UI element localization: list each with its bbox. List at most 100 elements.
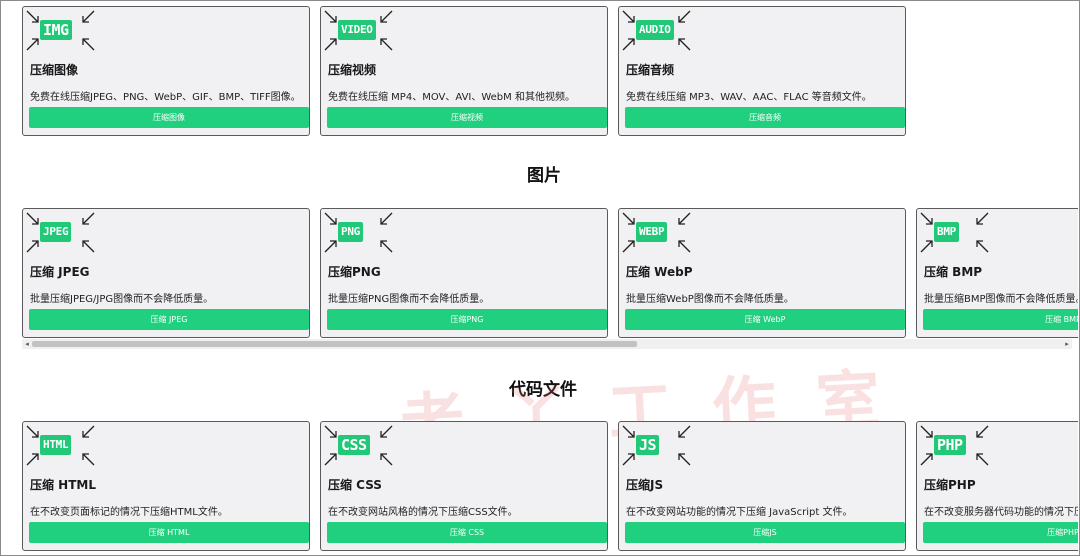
badge-label: IMG [40,20,72,40]
compress-arrow-icon [324,212,338,226]
compress-css-button[interactable]: 压缩 CSS [327,522,607,543]
scroll-right-icon[interactable]: ▸ [1062,339,1072,349]
compress-arrow-icon [379,212,393,226]
badge-label: WEBP [636,222,668,242]
card-compress-js: JS 压缩JS 在不改变网站功能的情况下压缩 JavaScript 文件。 压缩… [618,421,906,551]
card-description: 批量压缩WebP图像而不会降低质量。 [626,294,794,305]
card-title: 压缩图像 [30,63,79,77]
compress-jpeg-button[interactable]: 压缩 JPEG [29,309,309,330]
badge-label: JS [636,435,660,455]
badge-label: AUDIO [636,20,674,40]
compress-webp-button[interactable]: 压缩 WebP [625,309,905,330]
jpeg-compress-icon: JPEG [26,212,95,253]
card-title: 压缩 JPEG [30,265,90,279]
card-title: 压缩 BMP [924,265,983,279]
compress-audio-button[interactable]: 压缩音频 [625,107,905,128]
section-heading-code-files: 代码文件 [509,380,577,400]
compress-arrow-icon [677,425,691,439]
compress-arrow-icon [81,212,95,226]
png-compress-icon: PNG [324,212,393,253]
compress-video-button[interactable]: 压缩视频 [327,107,607,128]
card-compress-jpeg: JPEG 压缩 JPEG 批量压缩JPEG/JPG图像而不会降低质量。 压缩 J… [22,208,310,338]
compress-arrow-icon [622,239,636,253]
html-compress-icon: HTML [26,425,95,466]
card-compress-html: HTML 压缩 HTML 在不改变页面标记的情况下压缩HTML文件。 压缩 HT… [22,421,310,551]
scroll-left-icon[interactable]: ◂ [22,339,32,349]
card-title: 压缩PHP [924,478,976,492]
compress-arrow-icon [26,452,40,466]
card-title: 压缩PNG [328,265,381,279]
compress-arrow-icon [26,10,40,24]
compress-php-button[interactable]: 压缩PHP [923,522,1078,543]
compress-js-button[interactable]: 压缩JS [625,522,905,543]
compress-bmp-button[interactable]: 压缩 BMP [923,309,1078,330]
compress-arrow-icon [81,425,95,439]
compress-arrow-icon [379,10,393,24]
compress-arrow-icon [379,37,393,51]
compress-arrow-icon [920,425,934,439]
compress-arrow-icon [975,239,989,253]
scrollbar-thumb[interactable] [32,341,637,347]
compress-arrow-icon [975,452,989,466]
compress-arrow-icon [677,239,691,253]
card-title: 压缩 HTML [30,478,96,492]
audio-compress-icon: AUDIO [622,10,691,51]
badge-label: CSS [338,435,370,455]
badge-label: PHP [934,435,966,455]
compress-png-button[interactable]: 压缩PNG [327,309,607,330]
badge-label: BMP [934,222,959,242]
compress-arrow-icon [26,425,40,439]
image-compress-icon: IMG [26,10,95,51]
css-compress-icon: CSS [324,425,393,466]
compress-arrow-icon [324,10,338,24]
badge-label: PNG [338,222,363,242]
card-description: 批量压缩PNG图像而不会降低质量。 [328,294,490,305]
webp-compress-icon: WEBP [622,212,691,253]
card-description: 批量压缩JPEG/JPG图像而不会降低质量。 [30,294,214,305]
compress-arrow-icon [920,239,934,253]
compress-arrow-icon [81,452,95,466]
compress-arrow-icon [622,212,636,226]
card-title: 压缩音频 [626,63,675,77]
compress-arrow-icon [379,425,393,439]
card-compress-audio: AUDIO 压缩音频 免费在线压缩 MP3、WAV、AAC、FLAC 等音频文件… [618,6,906,136]
compress-arrow-icon [26,212,40,226]
compress-arrow-icon [622,425,636,439]
card-compress-php: PHP 压缩PHP 在不改变服务器代码功能的情况下压缩PHP文件。 压缩PHP [916,421,1078,551]
php-compress-icon: PHP [920,425,989,466]
card-title: 压缩JS [626,478,664,492]
horizontal-scrollbar[interactable]: ◂ ▸ [22,339,1072,349]
compress-image-button[interactable]: 压缩图像 [29,107,309,128]
compress-arrow-icon [81,37,95,51]
card-compress-video: VIDEO 压缩视频 免费在线压缩 MP4、MOV、AVI、WebM 和其他视频… [320,6,608,136]
compress-arrow-icon [26,37,40,51]
compress-arrow-icon [677,212,691,226]
compress-arrow-icon [975,425,989,439]
card-description: 批量压缩BMP图像而不会降低质量。 [924,294,1078,305]
compress-arrow-icon [324,37,338,51]
compress-arrow-icon [81,10,95,24]
card-title: 压缩视频 [328,63,377,77]
card-title: 压缩 WebP [626,265,693,279]
card-compress-webp: WEBP 压缩 WebP 批量压缩WebP图像而不会降低质量。 压缩 WebP [618,208,906,338]
compress-arrow-icon [81,239,95,253]
card-description: 免费在线压缩 MP4、MOV、AVI、WebM 和其他视频。 [328,92,575,103]
compress-arrow-icon [324,239,338,253]
compress-arrow-icon [324,425,338,439]
compress-html-button[interactable]: 压缩 HTML [29,522,309,543]
card-title: 压缩 CSS [328,478,382,492]
compress-arrow-icon [622,37,636,51]
compress-arrow-icon [622,452,636,466]
badge-label: JPEG [40,222,72,242]
compress-arrow-icon [622,10,636,24]
compress-arrow-icon [975,212,989,226]
card-description: 免费在线压缩JPEG、PNG、WebP、GIF、BMP、TIFF图像。 [30,92,301,103]
compress-arrow-icon [920,452,934,466]
js-compress-icon: JS [622,425,691,466]
badge-label: HTML [40,435,72,455]
section-heading-images: 图片 [527,166,561,186]
compress-arrow-icon [26,239,40,253]
card-compress-image: IMG 压缩图像 免费在线压缩JPEG、PNG、WebP、GIF、BMP、TIF… [22,6,310,136]
compress-arrow-icon [379,239,393,253]
bmp-compress-icon: BMP [920,212,989,253]
